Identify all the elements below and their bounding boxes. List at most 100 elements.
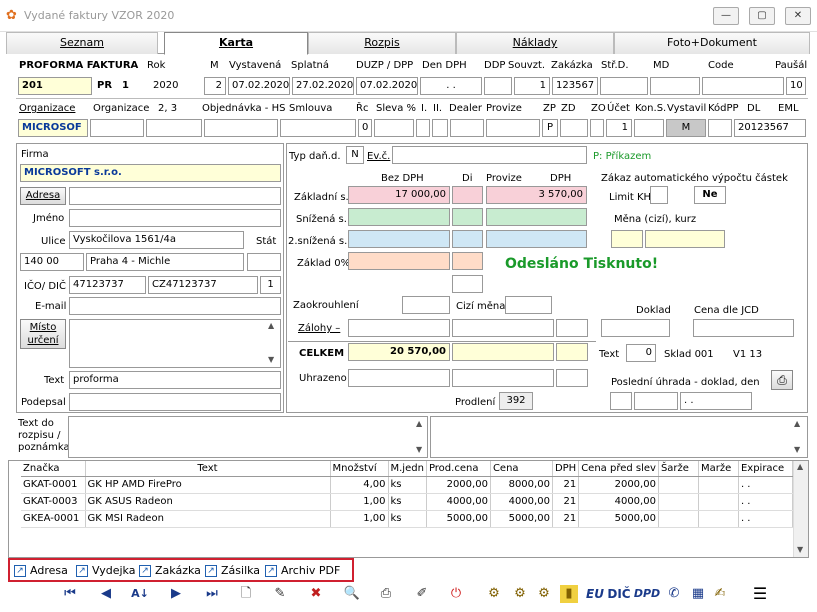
- ddp-field[interactable]: [484, 77, 512, 95]
- celkem-cizi-field[interactable]: [452, 343, 554, 361]
- doklad-field[interactable]: [601, 319, 670, 337]
- close-button[interactable]: ✕: [785, 7, 811, 25]
- uhrazeno-extra-field[interactable]: [556, 369, 588, 387]
- tab-rozpis[interactable]: Rozpis: [308, 32, 456, 54]
- ulice-field[interactable]: Vyskočilova 1561/4a: [69, 231, 244, 249]
- text-field[interactable]: proforma: [69, 371, 281, 389]
- md-field[interactable]: [650, 77, 700, 95]
- ne-field[interactable]: Ne: [694, 186, 726, 204]
- col-cena[interactable]: Cena: [490, 461, 553, 477]
- minimize-button[interactable]: —: [713, 7, 739, 25]
- limit-kh-field[interactable]: [650, 186, 668, 204]
- jmeno-field[interactable]: [69, 209, 281, 227]
- tools-icon[interactable]: ✐: [410, 583, 434, 605]
- prev-record-icon[interactable]: ◀: [94, 583, 118, 605]
- kurz-field[interactable]: [645, 230, 725, 248]
- uhrazeno-field[interactable]: [348, 369, 450, 387]
- misto-urceni-field[interactable]: [69, 319, 281, 368]
- sleva-i-field[interactable]: [416, 119, 430, 137]
- table-row[interactable]: GKAT-0003 GK ASUS Radeon 1,00 ks 4000,00…: [21, 493, 794, 511]
- dpd-button[interactable]: DPD: [633, 583, 661, 605]
- menu-icon[interactable]: ☰: [748, 583, 772, 605]
- col-marze[interactable]: Marže: [698, 461, 739, 477]
- misto-scroll-down-icon[interactable]: ▼: [268, 355, 274, 364]
- sleva-field[interactable]: [374, 119, 414, 137]
- strd-field[interactable]: [600, 77, 648, 95]
- zalohy-cizi-field[interactable]: [452, 319, 554, 337]
- organizace3-field[interactable]: [146, 119, 202, 137]
- col-sarze[interactable]: Šarže: [658, 461, 699, 477]
- next-record-icon[interactable]: ▶: [164, 583, 188, 605]
- organizace-field[interactable]: MICROSOF: [18, 119, 88, 137]
- cena-jcd-field[interactable]: [693, 319, 794, 337]
- rozpis-scroll-up-icon[interactable]: ▲: [416, 419, 422, 428]
- uhrada-doklad-field[interactable]: [610, 392, 632, 410]
- mesto-field[interactable]: Praha 4 - Michle: [86, 253, 244, 271]
- firma-name-field[interactable]: MICROSOFT s.r.o.: [20, 164, 281, 182]
- kons-field[interactable]: [634, 119, 664, 137]
- col-mjedn[interactable]: M.jedn: [388, 461, 427, 477]
- invoice-number-field[interactable]: 201: [18, 77, 92, 95]
- adresa-button[interactable]: Adresa: [20, 187, 66, 205]
- snizena-dph-field[interactable]: [486, 208, 587, 226]
- celkem-extra-field[interactable]: [556, 343, 588, 361]
- col-prodcena[interactable]: Prod.cena: [426, 461, 491, 477]
- adresa-field[interactable]: [69, 187, 281, 205]
- misto-scroll-up-icon[interactable]: ▲: [268, 321, 274, 330]
- calc1-icon[interactable]: ⚙: [482, 583, 506, 605]
- snizena2-di-field[interactable]: [452, 230, 483, 248]
- souvzt-field[interactable]: 1: [514, 77, 550, 95]
- link-archiv-pdf[interactable]: ↗ Archiv PDF: [265, 564, 340, 577]
- celkem-field[interactable]: 20 570,00: [348, 343, 450, 361]
- zakazka-field[interactable]: 123567: [552, 77, 598, 95]
- tab-seznam[interactable]: Seznam: [6, 32, 158, 54]
- code-field[interactable]: [702, 77, 784, 95]
- evc-field[interactable]: [392, 146, 587, 164]
- text-n-field[interactable]: 0: [626, 344, 656, 362]
- col-znacka[interactable]: Značka: [21, 461, 86, 477]
- duzp-field[interactable]: 07.02.2020: [356, 77, 418, 95]
- book-icon[interactable]: ▮: [560, 585, 578, 603]
- table-row[interactable]: GKAT-0001 GK HP AMD FirePro 4,00 ks 2000…: [21, 476, 794, 494]
- notes-icon[interactable]: ✍: [708, 583, 732, 605]
- organizace2-field[interactable]: [90, 119, 144, 137]
- link-zakazka[interactable]: ↗ Zakázka: [139, 564, 201, 577]
- sleva-ii-field[interactable]: [432, 119, 448, 137]
- snizena2-bez-field[interactable]: [348, 230, 450, 248]
- zaklad0-field[interactable]: [348, 252, 450, 270]
- zo-field[interactable]: [590, 119, 604, 137]
- zakladni-di-field[interactable]: [452, 186, 483, 204]
- uhrazeno-cizi-field[interactable]: [452, 369, 554, 387]
- dic-button[interactable]: DIČ: [607, 583, 631, 605]
- calc3-icon[interactable]: ⚙: [532, 583, 556, 605]
- first-record-icon[interactable]: ⏮: [58, 583, 82, 605]
- maximize-button[interactable]: ▢: [749, 7, 775, 25]
- tab-naklady[interactable]: Náklady: [456, 32, 614, 54]
- col-mnozstvi[interactable]: Množství: [330, 461, 389, 477]
- col-cena-pred-slev[interactable]: Cena před slev: [578, 461, 659, 477]
- eml-field[interactable]: 20123567: [734, 119, 806, 137]
- find-icon[interactable]: 🔍: [340, 583, 364, 605]
- delete-icon[interactable]: ✖: [304, 583, 328, 605]
- ucet-field[interactable]: 1: [606, 119, 632, 137]
- eu-button[interactable]: EU: [583, 583, 607, 605]
- mena-field[interactable]: [611, 230, 643, 248]
- rozpis2-scroll-down-icon[interactable]: ▼: [794, 445, 800, 454]
- rozpis2-scroll-up-icon[interactable]: ▲: [794, 419, 800, 428]
- edit-icon[interactable]: ✎: [268, 583, 292, 605]
- snizena-di-field[interactable]: [452, 208, 483, 226]
- link-adresa[interactable]: ↗ Adresa: [14, 564, 68, 577]
- objednavka-field[interactable]: [204, 119, 278, 137]
- misto-urceni-button[interactable]: Místo určení: [20, 319, 66, 349]
- col-dph[interactable]: DPH: [552, 461, 580, 477]
- items-scroll-up-icon[interactable]: ▲: [797, 462, 803, 471]
- stat-field[interactable]: [247, 253, 281, 271]
- link-vydejka[interactable]: ↗ Vydejka: [76, 564, 135, 577]
- tab-karta[interactable]: Karta: [164, 32, 308, 55]
- email-field[interactable]: [69, 297, 281, 315]
- new-document-icon[interactable]: 🗋: [234, 583, 258, 605]
- ico-field[interactable]: 47123737: [69, 276, 146, 294]
- uhrada-den-field[interactable]: . .: [680, 392, 752, 410]
- zp-field[interactable]: P: [542, 119, 558, 137]
- items-scroll-down-icon[interactable]: ▼: [797, 545, 803, 554]
